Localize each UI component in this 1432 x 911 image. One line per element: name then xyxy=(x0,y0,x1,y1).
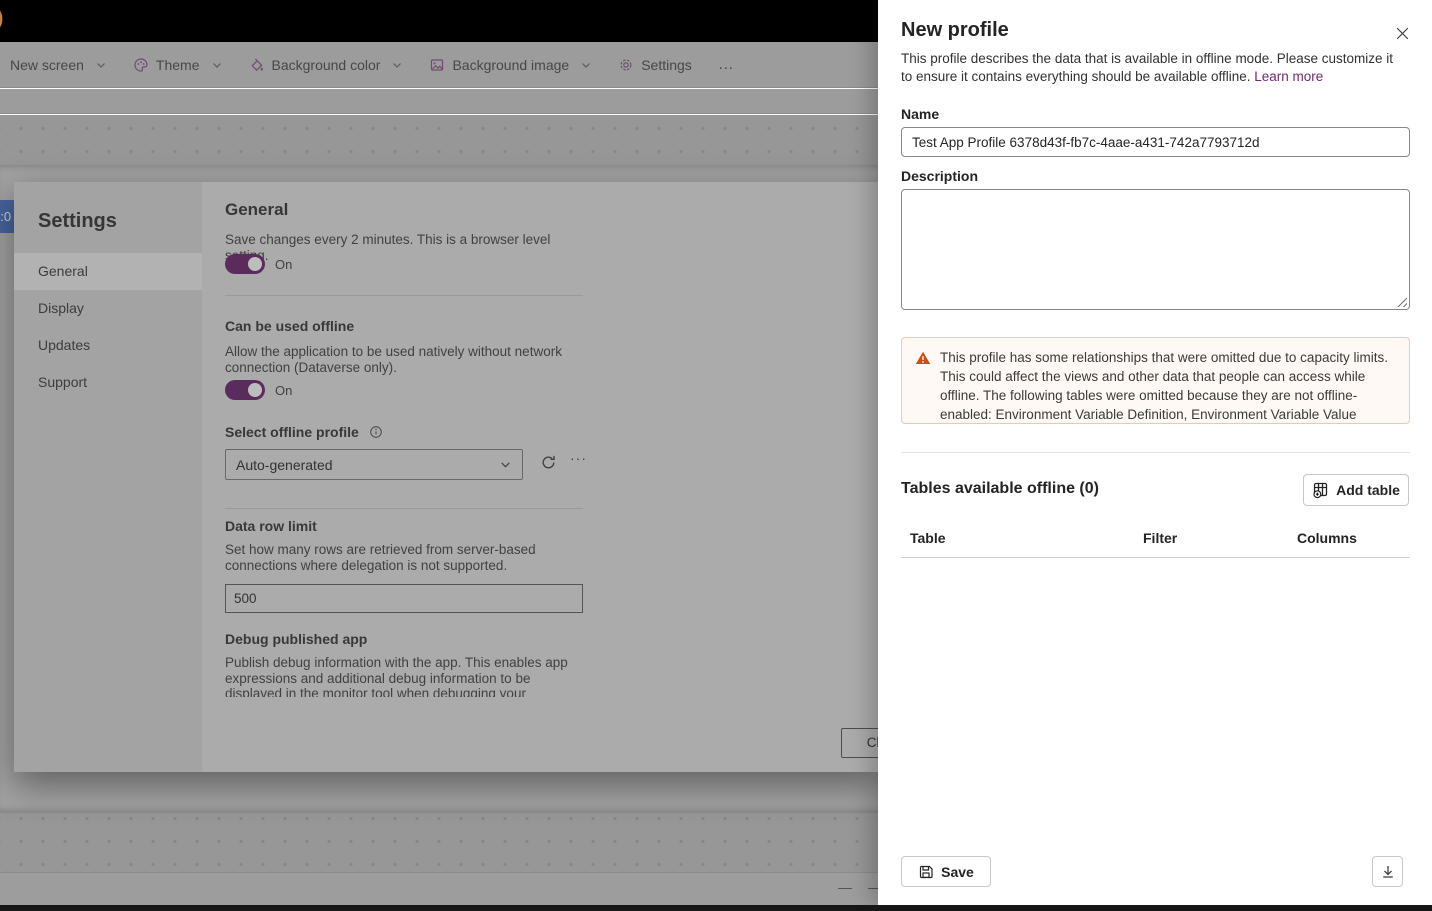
save-icon xyxy=(918,864,934,880)
new-screen-button[interactable]: New screen xyxy=(10,57,107,73)
timer-value: 0:0 xyxy=(0,209,12,224)
debug-description: Publish debug information with the app. … xyxy=(225,655,568,697)
chevron-down-icon xyxy=(580,59,592,71)
column-header-table: Table xyxy=(910,530,946,546)
chevron-down-icon xyxy=(211,59,223,71)
table-header-divider xyxy=(901,557,1410,558)
warning-text: This profile has some relationships that… xyxy=(940,350,1388,422)
settings-nav: General Display Updates Support xyxy=(14,253,202,401)
offline-profile-label-text: Select offline profile xyxy=(225,424,359,440)
divider xyxy=(901,452,1410,453)
offline-toggle[interactable] xyxy=(225,380,265,400)
theme-button[interactable]: Theme xyxy=(133,57,223,73)
offline-description: Allow the application to be used nativel… xyxy=(225,344,562,375)
download-button[interactable] xyxy=(1372,856,1403,887)
background-image-label: Background image xyxy=(452,56,570,73)
settings-dialog-title: Settings xyxy=(38,210,117,232)
add-table-label: Add table xyxy=(1336,482,1400,498)
bottom-strip xyxy=(0,905,1432,911)
name-label: Name xyxy=(901,106,940,122)
general-heading: General xyxy=(225,200,289,219)
settings-nav-display[interactable]: Display xyxy=(14,290,202,327)
column-header-filter: Filter xyxy=(1143,530,1178,546)
column-header-columns: Columns xyxy=(1297,530,1357,546)
background-color-label: Background color xyxy=(271,56,381,73)
debug-heading: Debug published app xyxy=(225,631,368,647)
chevron-down-icon xyxy=(391,59,403,71)
row-limit-heading: Data row limit xyxy=(225,518,317,534)
resize-handle[interactable] xyxy=(1397,297,1407,307)
settings-nav-general[interactable]: General xyxy=(14,253,202,290)
zoom-control-clipped[interactable]: — xyxy=(868,879,878,895)
paint-bucket-icon xyxy=(249,57,265,73)
save-button[interactable]: Save xyxy=(901,856,991,887)
new-profile-panel: New profile This profile describes the d… xyxy=(878,0,1432,905)
save-label: Save xyxy=(941,863,974,880)
divider xyxy=(225,295,583,296)
gear-icon xyxy=(618,57,634,73)
settings-nav-updates[interactable]: Updates xyxy=(14,327,202,364)
more-options-button[interactable]: ··· xyxy=(570,450,587,466)
theme-palette-icon xyxy=(133,57,149,73)
row-limit-input[interactable] xyxy=(225,584,583,613)
panel-title: New profile xyxy=(901,19,1009,41)
overflow-menu-button[interactable]: … xyxy=(718,56,735,74)
settings-dialog: Settings General Display Updates Support… xyxy=(14,182,927,772)
offline-profile-dropdown[interactable]: Auto-generated xyxy=(225,449,523,480)
refresh-icon[interactable] xyxy=(540,454,557,471)
add-table-button[interactable]: Add table xyxy=(1303,474,1409,506)
add-table-icon xyxy=(1312,481,1330,499)
chevron-down-icon xyxy=(95,59,107,71)
new-screen-label: New screen xyxy=(10,56,84,73)
autosave-toggle-state: On xyxy=(275,257,293,272)
theme-label: Theme xyxy=(155,56,200,73)
background-color-button[interactable]: Background color xyxy=(249,57,404,73)
image-icon xyxy=(429,57,445,73)
app-logo: ) xyxy=(0,8,3,30)
divider xyxy=(225,508,583,509)
background-image-button[interactable]: Background image xyxy=(429,57,592,73)
profile-name-input[interactable] xyxy=(901,127,1410,157)
description-label: Description xyxy=(901,168,979,184)
row-limit-description: Set how many rows are retrieved from ser… xyxy=(225,542,536,573)
settings-button[interactable]: Settings xyxy=(618,57,692,73)
panel-description: This profile describes the data that is … xyxy=(901,50,1401,86)
zoom-out-control[interactable]: — xyxy=(838,879,852,895)
close-icon[interactable] xyxy=(1392,23,1412,43)
offline-toggle-state: On xyxy=(275,383,293,398)
download-icon xyxy=(1382,865,1393,878)
offline-profile-value: Auto-generated xyxy=(236,456,333,473)
settings-dialog-sidebar: Settings General Display Updates Support xyxy=(14,182,202,772)
tables-available-heading: Tables available offline (0) xyxy=(901,480,1099,497)
status-bar: — — xyxy=(0,872,878,905)
settings-nav-support[interactable]: Support xyxy=(14,364,202,401)
offline-profile-label: Select offline profile xyxy=(225,424,383,440)
app-window: ) New screen Theme Background color xyxy=(0,0,1432,911)
profile-description-textarea[interactable] xyxy=(901,189,1410,310)
warning-icon xyxy=(915,350,931,366)
chevron-down-icon xyxy=(499,458,512,471)
info-icon[interactable] xyxy=(369,425,383,439)
learn-more-link[interactable]: Learn more xyxy=(1254,69,1323,84)
warning-message-bar: This profile has some relationships that… xyxy=(901,337,1410,424)
autosave-toggle[interactable] xyxy=(225,254,265,274)
settings-label: Settings xyxy=(641,56,692,73)
offline-heading: Can be used offline xyxy=(225,318,355,334)
